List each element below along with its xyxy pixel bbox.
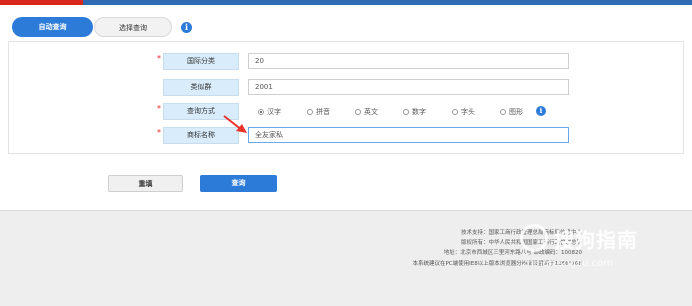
radio-label: 数字 [412, 108, 426, 116]
radio-hanzi[interactable]: 汉字 [258, 107, 281, 117]
radio-icon [307, 109, 313, 115]
info-icon[interactable]: i [181, 22, 192, 33]
trademark-name-label: 商标名称 [163, 127, 239, 144]
radio-icon [452, 109, 458, 115]
radio-label: 拼音 [316, 108, 330, 116]
radio-label: 图形 [509, 108, 523, 116]
watermark-name: 搜狗指南 [554, 228, 638, 252]
radio-icon [500, 109, 506, 115]
top-header-bar [0, 0, 692, 5]
similar-group-label: 类似群 [163, 79, 239, 96]
tab-auto-query[interactable]: 自动查询 [12, 17, 93, 37]
required-marker: * [157, 54, 161, 63]
watermark-url: zhinan.sogou.com [522, 258, 614, 269]
sogou-logo-icon [520, 224, 548, 252]
radio-number[interactable]: 数字 [403, 107, 426, 117]
radio-initial[interactable]: 字头 [452, 107, 475, 117]
similar-group-input[interactable]: 2001 [248, 79, 569, 95]
required-marker: * [157, 128, 161, 137]
reset-button[interactable]: 重填 [108, 175, 183, 192]
radio-icon [403, 109, 409, 115]
radio-pinyin[interactable]: 拼音 [307, 107, 330, 117]
trademark-name-input[interactable]: 全友家私 [248, 127, 569, 143]
radio-label: 字头 [461, 108, 475, 116]
radio-graphic[interactable]: 图形 [500, 107, 523, 117]
sogou-watermark: 搜狗指南 zhinan.sogou.com [520, 222, 692, 282]
radio-selected-icon [258, 109, 264, 115]
required-marker: * [157, 104, 161, 113]
header-accent [0, 0, 83, 5]
search-button[interactable]: 查询 [200, 175, 277, 192]
tab-select-query[interactable]: 选择查询 [94, 17, 172, 37]
query-method-info-icon[interactable]: i [536, 106, 546, 116]
query-method-label: 查询方式 [163, 103, 239, 120]
radio-label: 英文 [364, 108, 378, 116]
radio-icon [355, 109, 361, 115]
intl-class-input[interactable]: 20 [248, 53, 569, 69]
radio-label: 汉字 [267, 108, 281, 116]
intl-class-label: 国际分类 [163, 53, 239, 70]
radio-english[interactable]: 英文 [355, 107, 378, 117]
